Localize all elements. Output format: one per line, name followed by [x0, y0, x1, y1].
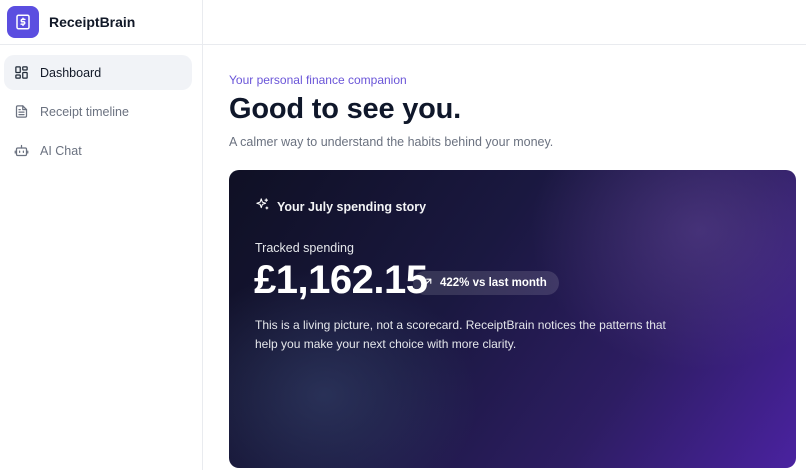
main-content: Your personal finance companion Good to … — [229, 45, 796, 468]
page-title: Good to see you. — [229, 93, 462, 125]
story-description: This is a living picture, not a scorecar… — [255, 318, 666, 351]
dashboard-grid-icon — [13, 65, 29, 81]
robot-icon — [13, 143, 29, 159]
page-eyebrow: Your personal finance companion — [229, 73, 407, 87]
sparkles-icon — [255, 197, 270, 217]
page-subtitle: A calmer way to understand the habits be… — [229, 135, 554, 149]
delta-text: 422% vs last month — [440, 277, 547, 289]
sidebar: ReceiptBrain Dashboard Receipt timeline … — [0, 0, 203, 470]
document-icon — [13, 104, 29, 120]
sidebar-item-label: Dashboard — [40, 65, 102, 80]
tracked-spending-amount: £1,162.15 — [254, 258, 428, 302]
brand[interactable]: ReceiptBrain — [0, 0, 202, 45]
sidebar-item-ai-chat[interactable]: AI Chat — [4, 133, 192, 168]
sidebar-item-receipt-timeline[interactable]: Receipt timeline — [4, 94, 192, 129]
story-header: Your July spending story — [255, 197, 426, 217]
story-title: Your July spending story — [277, 200, 427, 214]
sidebar-item-dashboard[interactable]: Dashboard — [4, 55, 192, 90]
spending-story-card: Your July spending story Tracked spendin… — [229, 170, 796, 468]
sidebar-nav: Dashboard Receipt timeline AI Chat — [0, 45, 202, 168]
delta-badge: 422% vs last month — [413, 271, 559, 295]
top-header — [203, 0, 806, 45]
receipt-logo-icon — [7, 6, 39, 38]
app-name: ReceiptBrain — [49, 14, 136, 30]
arrow-up-right-icon — [423, 274, 434, 292]
sidebar-item-label: AI Chat — [40, 143, 82, 158]
app-root: ReceiptBrain Dashboard Receipt timeline … — [0, 0, 806, 470]
sidebar-item-label: Receipt timeline — [40, 104, 129, 119]
tracked-spending-label: Tracked spending — [255, 241, 354, 255]
